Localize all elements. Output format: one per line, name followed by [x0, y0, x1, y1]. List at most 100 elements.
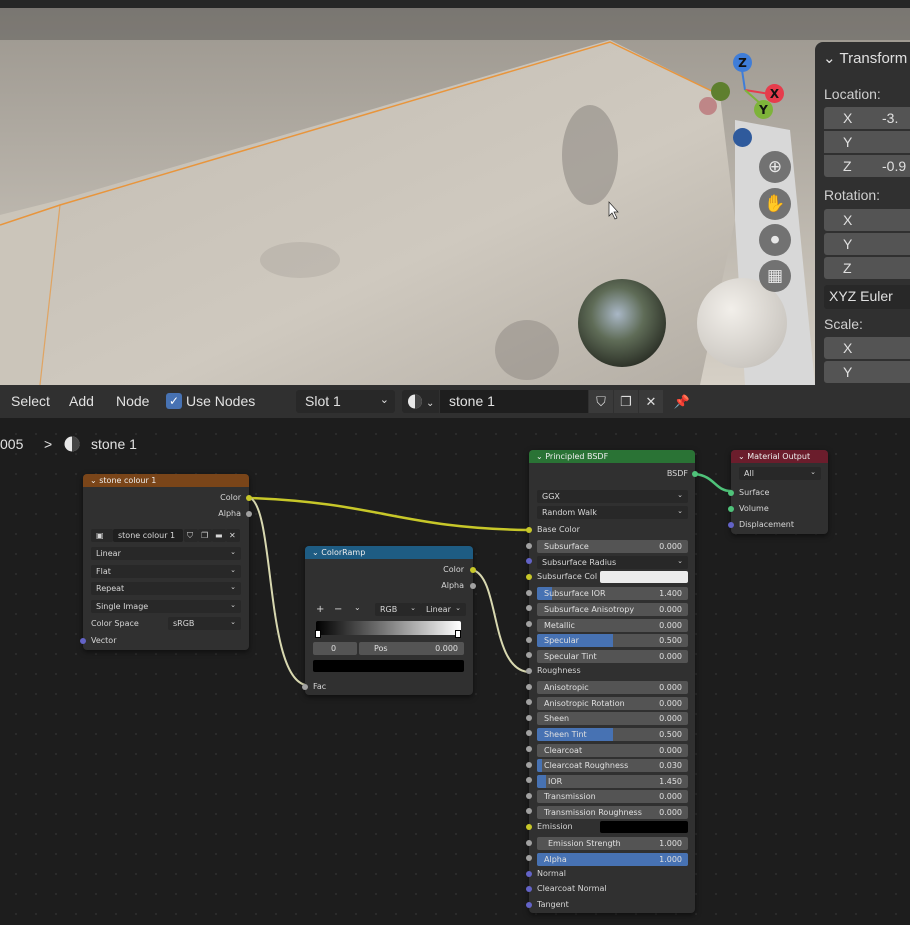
color-mode-dropdown[interactable]: RGB ⌄	[375, 603, 421, 616]
chevron-down-icon[interactable]: ⌄	[354, 603, 361, 612]
stop-color-swatch[interactable]	[313, 660, 464, 672]
projection-dropdown[interactable]: Flat ⌄	[91, 565, 241, 578]
output-color-socket[interactable]	[246, 495, 252, 501]
image-browse-button[interactable]: ▣	[91, 529, 113, 542]
node-header[interactable]: ⌄ Principled BSDF	[529, 450, 695, 463]
node-header[interactable]: ⌄ ColorRamp	[305, 546, 473, 559]
output-alpha-socket[interactable]	[246, 511, 252, 517]
subsurface-color-swatch[interactable]	[600, 571, 688, 583]
input-subsurface-ior-socket[interactable]	[526, 590, 532, 596]
location-x-field[interactable]: X -3.	[824, 107, 910, 129]
input-emission-strength-socket[interactable]	[526, 840, 532, 846]
ramp-stop-black[interactable]	[315, 630, 321, 638]
input-metallic-socket[interactable]	[526, 621, 532, 627]
input-tangent-socket[interactable]	[526, 902, 532, 908]
input-subsurface-color-socket[interactable]	[526, 574, 532, 580]
input-specular-socket[interactable]	[526, 637, 532, 643]
rotation-y-field[interactable]: Y	[824, 233, 910, 255]
node-canvas[interactable]: ⌄ stone colour 1 Color Alpha ▣ stone col…	[0, 418, 910, 925]
camera-icon[interactable]: ⏺	[759, 224, 791, 256]
hand-pan-icon[interactable]: ✋	[759, 188, 791, 220]
input-anisotropic-socket[interactable]	[526, 684, 532, 690]
duplicate-material-icon[interactable]: ❐	[614, 390, 638, 413]
input-subsurface-radius-socket[interactable]	[526, 558, 532, 564]
specular-tint-slider[interactable]: Specular Tint 0.000	[537, 650, 688, 663]
use-nodes-checkbox[interactable]: ✓	[166, 393, 182, 409]
input-base-color-socket[interactable]	[526, 527, 532, 533]
input-anisotropic-rotation-socket[interactable]	[526, 699, 532, 705]
input-normal-socket[interactable]	[526, 871, 532, 877]
clearcoat-roughness-slider[interactable]: Clearcoat Roughness 0.030	[537, 759, 688, 772]
input-sheen-socket[interactable]	[526, 715, 532, 721]
input-transmission-roughness-socket[interactable]	[526, 808, 532, 814]
gizmo-neg-y-axis[interactable]	[711, 82, 730, 101]
transmission-roughness-slider[interactable]: Transmission Roughness 0.000	[537, 806, 688, 819]
anisotropic-rotation-slider[interactable]: Anisotropic Rotation 0.000	[537, 697, 688, 710]
specular-slider[interactable]: Specular 0.500	[537, 634, 688, 647]
unlink-close-icon[interactable]: ✕	[639, 390, 663, 413]
select-menu[interactable]: Select	[11, 393, 50, 409]
principled-bsdf-node[interactable]: ⌄ Principled BSDF BSDF GGX ⌄ Random Walk ⌄…	[526, 450, 698, 913]
scale-y-field[interactable]: Y	[824, 361, 910, 383]
rotation-mode-dropdown[interactable]: XYZ Euler	[824, 285, 910, 309]
material-output-node[interactable]: ⌄ Material Output All ⌄ Surface Volume Di…	[728, 450, 828, 534]
ior-slider[interactable]: IOR 1.450	[537, 775, 688, 788]
sheen-slider[interactable]: Sheen 0.000	[537, 712, 688, 725]
stop-position-field[interactable]: Pos 0.000	[359, 642, 464, 655]
input-roughness-socket[interactable]	[526, 668, 532, 674]
sheen-tint-slider[interactable]: Sheen Tint 0.500	[537, 728, 688, 741]
input-subsurface-anisotropy-socket[interactable]	[526, 605, 532, 611]
output-alpha-socket[interactable]	[470, 583, 476, 589]
subsurface-method-dropdown[interactable]: Random Walk ⌄	[537, 506, 688, 519]
rotation-x-field[interactable]: X	[824, 209, 910, 231]
input-displacement-socket[interactable]	[728, 522, 734, 528]
open-folder-icon[interactable]: ▬	[212, 529, 226, 542]
subsurface-anisotropy-slider[interactable]: Subsurface Anisotropy 0.000	[537, 603, 688, 616]
3d-viewport[interactable]: Z X Y ⊕ ✋ ⏺ ▦ ⌄ Transform Location: X -3.…	[0, 0, 910, 385]
gizmo-y-axis[interactable]: Y	[754, 100, 773, 119]
transmission-slider[interactable]: Transmission 0.000	[537, 790, 688, 803]
fake-user-shield-icon[interactable]: ⛉	[589, 390, 613, 413]
pin-icon[interactable]: 📌	[670, 390, 694, 413]
grid-perspective-icon[interactable]: ▦	[759, 260, 791, 292]
ramp-stop-white[interactable]	[455, 630, 461, 638]
transform-panel-header[interactable]: ⌄ Transform	[823, 49, 907, 67]
interpolation-dropdown[interactable]: Linear ⌄	[421, 603, 466, 616]
input-volume-socket[interactable]	[728, 506, 734, 512]
color-space-dropdown[interactable]: sRGB ⌄	[168, 617, 241, 630]
add-stop-button[interactable]: +	[316, 604, 324, 615]
emission-strength-slider[interactable]: Emission Strength 1.000	[537, 837, 688, 850]
fake-user-shield-icon[interactable]: ⛉	[184, 529, 198, 542]
input-clearcoat-socket[interactable]	[526, 746, 532, 752]
gizmo-z-axis[interactable]: Z	[733, 53, 752, 72]
output-color-socket[interactable]	[470, 567, 476, 573]
location-y-field[interactable]: Y	[824, 131, 910, 153]
scale-x-field[interactable]: X	[824, 337, 910, 359]
material-name-field[interactable]: stone 1	[440, 390, 588, 413]
extension-dropdown[interactable]: Repeat ⌄	[91, 582, 241, 595]
breadcrumb-material[interactable]: stone 1	[91, 436, 137, 452]
distribution-dropdown[interactable]: GGX ⌄	[537, 490, 688, 503]
input-vector-socket[interactable]	[80, 638, 86, 644]
emission-color-swatch[interactable]	[600, 821, 688, 833]
input-emission-socket[interactable]	[526, 824, 532, 830]
image-texture-node[interactable]: ⌄ stone colour 1 Color Alpha ▣ stone col…	[80, 474, 252, 650]
clearcoat-slider[interactable]: Clearcoat 0.000	[537, 744, 688, 757]
material-browse-button[interactable]: ⌄	[402, 390, 439, 413]
input-clearcoat-roughness-socket[interactable]	[526, 762, 532, 768]
interpolation-dropdown[interactable]: Linear ⌄	[91, 547, 241, 560]
zoom-icon[interactable]: ⊕	[759, 151, 791, 183]
output-bsdf-socket[interactable]	[692, 471, 698, 477]
input-ior-socket[interactable]	[526, 777, 532, 783]
input-transmission-socket[interactable]	[526, 793, 532, 799]
anisotropic-slider[interactable]: Anisotropic 0.000	[537, 681, 688, 694]
breadcrumb-object[interactable]: 005	[0, 436, 23, 452]
subsurface-slider[interactable]: Subsurface 0.000	[537, 540, 688, 553]
render-target-dropdown[interactable]: All ⌄	[739, 467, 821, 480]
add-menu[interactable]: Add	[69, 393, 94, 409]
node-header[interactable]: ⌄ Material Output	[731, 450, 828, 463]
duplicate-image-icon[interactable]: ❐	[198, 529, 212, 542]
node-header[interactable]: ⌄ stone colour 1	[83, 474, 249, 487]
colorramp-node[interactable]: ⌄ ColorRamp Color Alpha + − ⌄ RGB ⌄ Linea…	[302, 546, 476, 695]
alpha-slider[interactable]: Alpha 1.000	[537, 853, 688, 866]
